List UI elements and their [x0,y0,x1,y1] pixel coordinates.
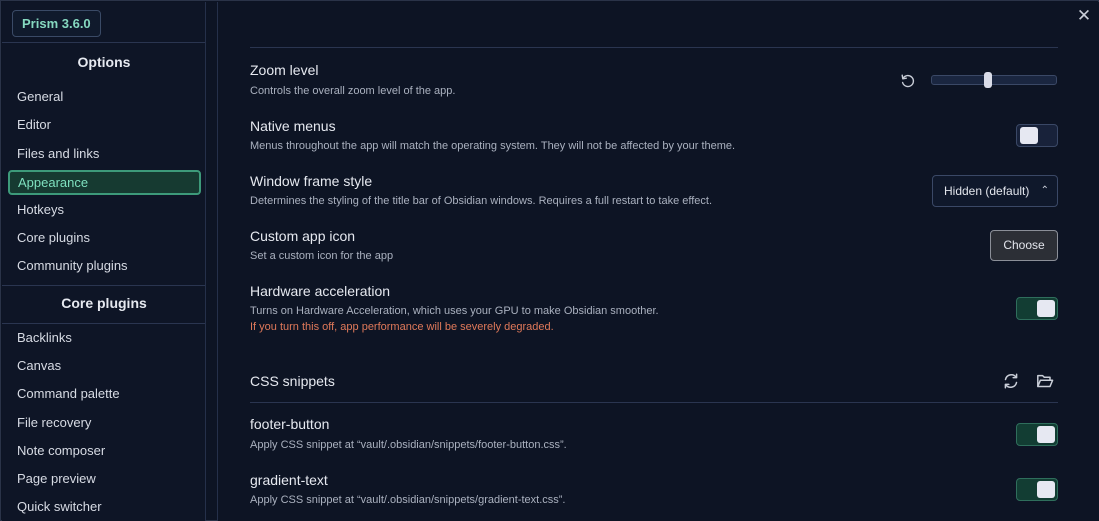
section-divider [2,42,205,43]
native-menus-toggle[interactable] [1016,124,1058,147]
sidebar-item-core-plugins[interactable]: Core plugins [8,225,201,250]
setting-desc-native-menus: Menus throughout the app will match the … [250,140,736,152]
version-badge[interactable]: Prism 3.6.0 [12,10,101,37]
divider [250,402,1058,403]
sidebar-item-files-and-links[interactable]: Files and links [8,141,201,166]
zoom-slider[interactable] [931,72,1057,88]
sidebar-item-backlinks[interactable]: Backlinks [8,325,201,350]
settings-sidebar: Prism 3.6.0 Options General Editor Files… [2,2,206,521]
close-icon[interactable]: ✕ [1075,7,1093,25]
sidebar-item-page-preview[interactable]: Page preview [8,466,201,491]
settings-window: Prism 3.6.0 Options General Editor Files… [0,0,1099,521]
reload-icon[interactable] [1002,372,1020,390]
snippet-name: footer-button [250,416,330,432]
core-plugins-header: Core plugins [61,295,147,311]
snippet-desc: Apply CSS snippet at “vault/.obsidian/sn… [250,494,566,506]
snippet-toggle-footer-button[interactable] [1016,423,1058,446]
setting-name-zoom: Zoom level [250,62,319,78]
sidebar-item-command-palette[interactable]: Command palette [8,381,201,406]
snippet-name: gradient-text [250,472,328,488]
section-divider [2,323,205,324]
sidebar-item-general[interactable]: General [8,84,201,109]
slider-thumb[interactable] [983,72,992,88]
settings-content: ✕ Zoom level Controls the overall zoom l… [217,2,1099,521]
sidebar-item-quick-switcher[interactable]: Quick switcher [8,494,201,519]
window-frame-select[interactable]: Hidden (default) ⌃ [932,175,1058,207]
css-snippets-header: CSS snippets [250,373,335,389]
section-divider [2,285,205,286]
reset-icon[interactable] [900,73,916,89]
folder-open-icon[interactable] [1036,372,1054,390]
sidebar-item-hotkeys[interactable]: Hotkeys [8,197,201,222]
sidebar-item-editor[interactable]: Editor [8,112,201,137]
hardware-accel-toggle[interactable] [1016,297,1058,320]
sidebar-item-canvas[interactable]: Canvas [8,353,201,378]
snippet-desc: Apply CSS snippet at “vault/.obsidian/sn… [250,439,567,451]
hardware-accel-warning: If you turn this off, app performance wi… [250,321,554,333]
window-frame-selected: Hidden (default) [944,184,1030,198]
setting-desc-hardware-accel: Turns on Hardware Acceleration, which us… [250,305,659,317]
choose-icon-button[interactable]: Choose [990,230,1058,261]
chevron-updown-icon: ⌃ [1040,185,1049,196]
setting-name-custom-icon: Custom app icon [250,228,356,244]
setting-name-window-frame: Window frame style [250,173,373,189]
setting-desc-window-frame: Determines the styling of the title bar … [250,195,713,207]
setting-name-native-menus: Native menus [250,118,336,134]
setting-desc-custom-icon: Set a custom icon for the app [250,250,394,262]
options-header: Options [77,54,131,70]
divider [250,47,1058,48]
sidebar-item-file-recovery[interactable]: File recovery [8,410,201,435]
setting-desc-zoom: Controls the overall zoom level of the a… [250,85,456,97]
snippet-toggle-gradient-text[interactable] [1016,478,1058,501]
sidebar-item-community-plugins[interactable]: Community plugins [8,253,201,278]
setting-name-hardware-accel: Hardware acceleration [250,283,391,299]
sidebar-item-note-composer[interactable]: Note composer [8,438,201,463]
sidebar-item-appearance[interactable]: Appearance [8,170,201,195]
